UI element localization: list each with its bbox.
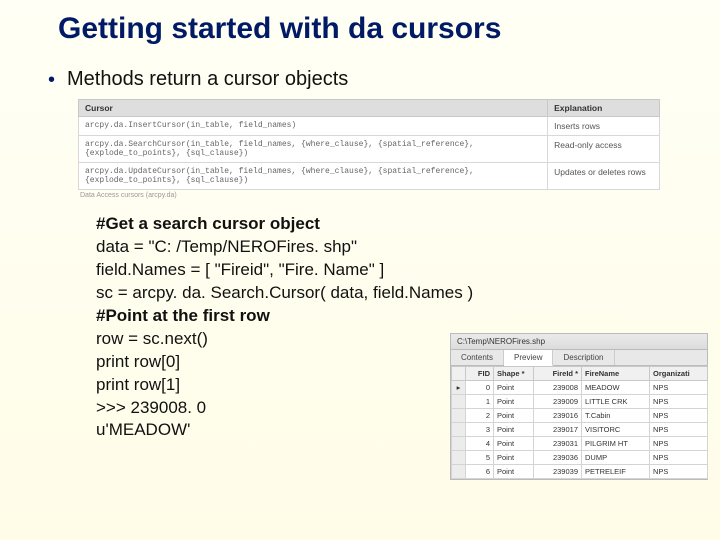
cell-firename: VISITORC [582,423,650,437]
rowsel-header [452,367,466,381]
th-org[interactable]: Organizati [650,367,708,381]
cell-shape: Point [494,451,534,465]
rowsel-cell[interactable] [452,395,466,409]
th-shape[interactable]: Shape * [494,367,534,381]
attribute-tabs: Contents Preview Description [451,350,707,366]
rowsel-cell[interactable]: ▸ [452,381,466,395]
cursor-expl: Read-only access [548,136,660,163]
bullet-text: Methods return a cursor objects [67,68,348,91]
cell-shape: Point [494,395,534,409]
code-line: data = "C: /Temp/NEROFires. shp" [96,236,720,259]
cursor-code: arcpy.da.UpdateCursor(in_table, field_na… [79,163,548,190]
table-row[interactable]: 4Point239031PILGRIM HTNPS [452,437,708,451]
th-fireid[interactable]: FireId * [534,367,582,381]
cell-org: NPS [650,465,708,479]
cell-shape: Point [494,465,534,479]
cell-fireid: 239039 [534,465,582,479]
bullet-dot-icon: • [48,70,55,90]
cell-firename: MEADOW [582,381,650,395]
code-line: field.Names = [ "Fireid", "Fire. Name" ] [96,259,720,282]
cell-fid: 2 [466,409,494,423]
cell-firename: PETRELEIF [582,465,650,479]
cell-org: NPS [650,451,708,465]
cell-shape: Point [494,381,534,395]
table-row[interactable]: 2Point239016T.CabinNPS [452,409,708,423]
cell-org: NPS [650,381,708,395]
cell-org: NPS [650,437,708,451]
cell-shape: Point [494,437,534,451]
cell-fireid: 239016 [534,409,582,423]
cell-fid: 4 [466,437,494,451]
table-row: arcpy.da.UpdateCursor(in_table, field_na… [79,163,660,190]
cell-fireid: 239008 [534,381,582,395]
cell-org: NPS [650,409,708,423]
cursor-methods-table: Cursor Explanation arcpy.da.InsertCursor… [78,99,660,190]
cell-fireid: 239036 [534,451,582,465]
rowsel-cell[interactable] [452,409,466,423]
attribute-data-table: FID Shape * FireId * FireName Organizati… [451,366,708,479]
cursor-code: arcpy.da.SearchCursor(in_table, field_na… [79,136,548,163]
attribute-table-panel: C:\Temp\NEROFires.shp Contents Preview D… [450,333,708,480]
rowsel-cell[interactable] [452,423,466,437]
table-row: arcpy.da.SearchCursor(in_table, field_na… [79,136,660,163]
th-cursor: Cursor [79,100,548,117]
slide-title: Getting started with da cursors [0,0,720,46]
table-row[interactable]: 3Point239017VISITORCNPS [452,423,708,437]
code-line: sc = arcpy. da. Search.Cursor( data, fie… [96,282,720,305]
cell-fid: 3 [466,423,494,437]
cell-firename: PILGRIM HT [582,437,650,451]
table-row[interactable]: 6Point239039PETRELEIFNPS [452,465,708,479]
cursor-expl: Updates or deletes rows [548,163,660,190]
cell-org: NPS [650,423,708,437]
table-row[interactable]: 1Point239009LITTLE CRKNPS [452,395,708,409]
cursor-code: arcpy.da.InsertCursor(in_table, field_na… [79,117,548,136]
cell-firename: T.Cabin [582,409,650,423]
th-fid[interactable]: FID [466,367,494,381]
table-footnote: Data Access cursors (arcpy.da) [0,190,720,199]
table-row: arcpy.da.InsertCursor(in_table, field_na… [79,117,660,136]
tab-preview[interactable]: Preview [504,350,553,366]
tab-contents[interactable]: Contents [451,350,504,365]
cell-fid: 0 [466,381,494,395]
cell-firename: LITTLE CRK [582,395,650,409]
cell-fid: 6 [466,465,494,479]
table-row[interactable]: 5Point239036DUMPNPS [452,451,708,465]
rowsel-cell[interactable] [452,465,466,479]
th-firename[interactable]: FireName [582,367,650,381]
bullet-item: • Methods return a cursor objects [0,46,720,91]
code-line: #Point at the first row [96,305,720,328]
table-row[interactable]: ▸0Point239008MEADOWNPS [452,381,708,395]
tab-description[interactable]: Description [553,350,614,365]
rowsel-cell[interactable] [452,451,466,465]
cell-shape: Point [494,423,534,437]
cell-fireid: 239009 [534,395,582,409]
cell-fid: 5 [466,451,494,465]
cell-fireid: 239031 [534,437,582,451]
cell-shape: Point [494,409,534,423]
cursor-expl: Inserts rows [548,117,660,136]
code-line: #Get a search cursor object [96,213,720,236]
th-explanation: Explanation [548,100,660,117]
cell-firename: DUMP [582,451,650,465]
cell-org: NPS [650,395,708,409]
cell-fireid: 239017 [534,423,582,437]
cell-fid: 1 [466,395,494,409]
attribute-titlebar: C:\Temp\NEROFires.shp [451,334,707,350]
rowsel-cell[interactable] [452,437,466,451]
